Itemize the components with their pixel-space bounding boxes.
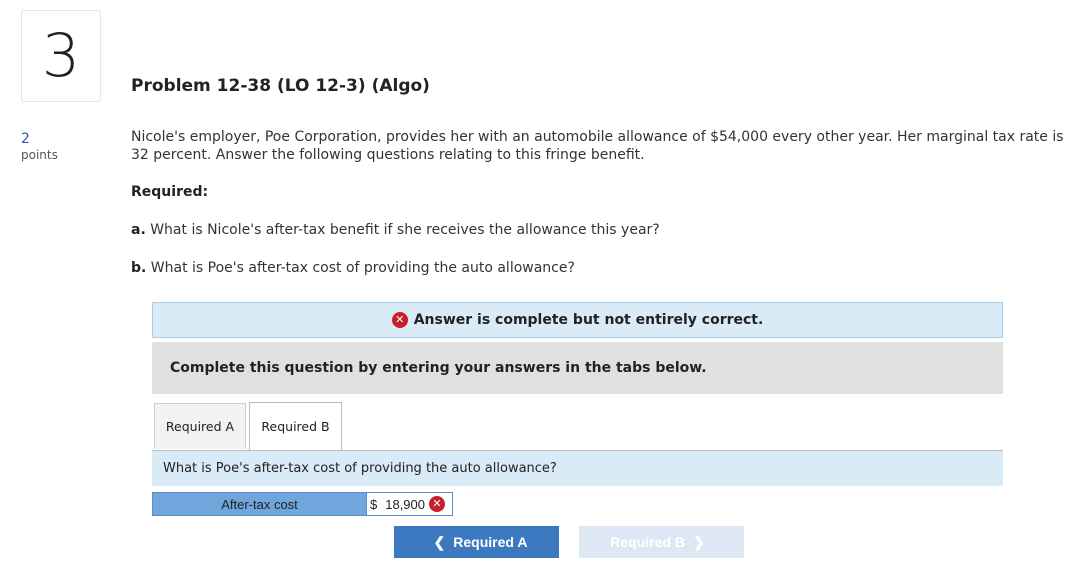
prev-tab-label: Required A xyxy=(453,534,528,550)
required-heading: Required: xyxy=(131,184,209,200)
part-a-text: What is Nicole's after-tax benefit if sh… xyxy=(150,222,660,238)
chevron-right-icon: ❯ xyxy=(692,533,705,550)
tab-strip: Required A Required B xyxy=(152,402,1003,451)
prev-tab-button[interactable]: ❮ Required A xyxy=(394,526,559,558)
points-label: points xyxy=(21,148,58,162)
part-a-question: a. What is Nicole's after-tax benefit if… xyxy=(131,222,660,238)
points-value: 2 xyxy=(21,131,30,147)
answer-row: After-tax cost $ 18,900 ✕ xyxy=(152,492,453,516)
problem-title: Problem 12-38 (LO 12-3) (Algo) xyxy=(131,76,430,96)
chevron-left-icon: ❮ xyxy=(433,533,446,550)
currency-symbol: $ xyxy=(370,496,378,512)
next-tab-label: Required B xyxy=(610,534,685,550)
instruction-text: Complete this question by entering your … xyxy=(170,360,707,376)
feedback-banner: ✕ Answer is complete but not entirely co… xyxy=(152,302,1003,338)
panel-question: What is Poe's after-tax cost of providin… xyxy=(152,451,1003,486)
problem-body: Nicole's employer, Poe Corporation, prov… xyxy=(131,129,1064,163)
answer-value: 18,900 xyxy=(385,496,425,512)
answer-label: After-tax cost xyxy=(152,492,367,516)
x-circle-icon: ✕ xyxy=(391,312,408,328)
panel-question-text: What is Poe's after-tax cost of providin… xyxy=(163,461,557,476)
part-a-letter: a. xyxy=(131,222,146,238)
x-circle-icon: ✕ xyxy=(429,496,445,512)
next-tab-button[interactable]: Required B ❯ xyxy=(579,526,744,558)
tab-required-a[interactable]: Required A xyxy=(154,403,246,449)
part-b-text: What is Poe's after-tax cost of providin… xyxy=(150,260,575,276)
question-number: 3 xyxy=(21,10,101,102)
tab-required-b[interactable]: Required B xyxy=(249,402,342,450)
answer-input[interactable]: $ 18,900 ✕ xyxy=(367,492,453,516)
points-indicator: 2 points xyxy=(21,131,58,163)
feedback-message: Answer is complete but not entirely corr… xyxy=(413,312,764,328)
part-b-letter: b. xyxy=(131,260,147,276)
instruction-bar: Complete this question by entering your … xyxy=(152,342,1003,394)
part-b-question: b. What is Poe's after-tax cost of provi… xyxy=(131,260,575,276)
